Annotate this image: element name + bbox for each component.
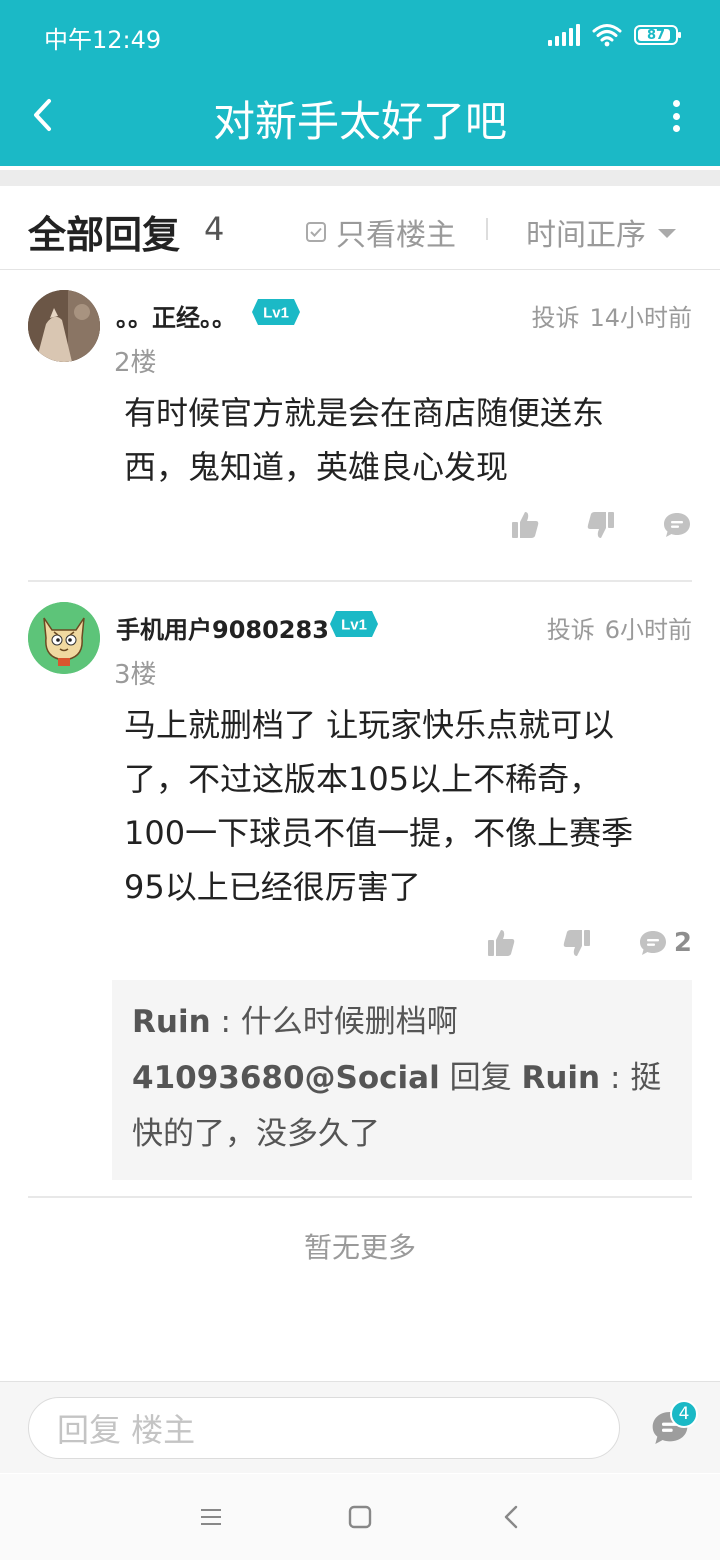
replies-count: 4 <box>204 210 225 248</box>
report-link[interactable]: 投诉 <box>547 610 595 645</box>
sort-dropdown[interactable]: 时间正序 <box>526 210 676 254</box>
sub-replies: Ruin : 什么时候删档啊 41093680@Social 回复 Ruin :… <box>112 980 692 1180</box>
more-dot-icon <box>672 112 680 120</box>
thumbs-up-icon <box>487 930 515 956</box>
page-title: 对新手太好了吧 <box>212 97 507 146</box>
wifi-icon <box>592 24 622 47</box>
menu-button[interactable] <box>196 1502 226 1532</box>
reply-item: 。。正经。。 Lv1 投诉 14小时前 2楼 有时候官方就是会在商店随便送东 西… <box>0 270 720 582</box>
sub-reply-separator: : <box>210 1004 241 1040</box>
no-more-text: 暂无更多 <box>303 1231 416 1264</box>
reply-input[interactable]: 回复 楼主 <box>28 1397 620 1459</box>
section-gap <box>0 170 720 186</box>
sub-reply-text: 什么时候删档啊 <box>240 1004 458 1040</box>
more-menu-button[interactable] <box>664 96 688 136</box>
content-line: 95以上已经很厉害了 <box>124 868 421 906</box>
avatar[interactable] <box>28 602 100 674</box>
level-badge: Lv1 <box>330 611 378 637</box>
floor-number: 3楼 <box>114 660 157 690</box>
thumbs-down-icon <box>563 930 590 956</box>
floor-number: 2楼 <box>114 348 157 378</box>
home-button[interactable] <box>345 1502 375 1532</box>
divider <box>486 218 488 240</box>
only-owner-label: 只看楼主 <box>336 218 456 253</box>
only-owner-toggle[interactable]: 只看楼主 <box>306 210 456 254</box>
reply-divider <box>28 1196 692 1198</box>
reply-meta: 投诉 6小时前 <box>547 610 692 645</box>
comment-button[interactable] <box>662 510 692 540</box>
dislike-button[interactable] <box>562 928 592 958</box>
reply-bar: 回复 楼主 4 <box>0 1381 720 1473</box>
sub-reply-reply-word: 回复 <box>439 1060 522 1096</box>
reply-time: 6小时前 <box>604 616 692 644</box>
comment-button[interactable]: 2 <box>638 928 692 958</box>
app-header: 中午12:49 87 对新手太好了吧 <box>0 0 720 166</box>
comment-icon <box>664 513 690 537</box>
reply-content: 有时候官方就是会在商店随便送东 西，鬼知道，英雄良心发现 <box>124 386 684 494</box>
sub-reply-target[interactable]: Ruin <box>521 1060 600 1096</box>
sub-reply-author[interactable]: Ruin <box>132 1004 211 1040</box>
reply-content: 马上就删档了 让玩家快乐点就可以 了，不过这版本105以上不稀奇， 100一下球… <box>124 698 684 914</box>
level-badge: Lv1 <box>252 299 300 325</box>
nav-bar: 对新手太好了吧 <box>0 70 720 166</box>
more-dot-icon <box>672 125 680 132</box>
content-line: 马上就删档了 让玩家快乐点就可以 <box>124 706 615 744</box>
sub-reply-separator: : <box>600 1060 631 1096</box>
replies-title: 全部回复 <box>28 213 181 257</box>
sort-label: 时间正序 <box>526 218 646 253</box>
chevron-left-icon <box>504 1505 518 1529</box>
reply-actions <box>510 510 692 540</box>
level-text: Lv1 <box>263 305 289 322</box>
sub-reply[interactable]: 41093680@Social 回复 Ruin : 挺快的了，没多久了 <box>132 1050 672 1162</box>
status-time: 中午12:49 <box>44 26 162 54</box>
checkbox-icon <box>306 222 326 242</box>
caret-down-icon <box>658 228 676 238</box>
status-bar: 中午12:49 87 <box>0 0 720 70</box>
content-line: 了，不过这版本105以上不稀奇， <box>124 760 602 798</box>
replies-header: 全部回复 4 只看楼主 时间正序 <box>0 186 720 270</box>
like-button[interactable] <box>486 928 516 958</box>
status-icons: 87 <box>548 18 681 52</box>
comment-count: 2 <box>673 928 692 958</box>
like-button[interactable] <box>510 510 540 540</box>
sub-reply-author[interactable]: 41093680@Social <box>132 1060 440 1096</box>
reply-meta: 投诉 14小时前 <box>531 298 692 333</box>
reply-time: 14小时前 <box>589 304 692 332</box>
signal-icon <box>548 24 580 46</box>
content-line: 有时候官方就是会在商店随便送东 <box>124 394 605 432</box>
report-link[interactable]: 投诉 <box>531 298 579 333</box>
level-text: Lv1 <box>341 617 367 634</box>
dislike-button[interactable] <box>586 510 616 540</box>
reply-item: 手机用户9080283 Lv1 投诉 6小时前 3楼 马上就删档了 让玩家快乐点… <box>0 582 720 1196</box>
comment-icon <box>639 931 666 955</box>
system-back-button[interactable] <box>496 1502 526 1532</box>
system-nav-bar <box>0 1474 720 1560</box>
sub-reply[interactable]: Ruin : 什么时候删档啊 <box>132 994 672 1050</box>
username[interactable]: 手机用户9080283 <box>116 610 329 645</box>
username[interactable]: 。。正经。。 <box>116 298 236 333</box>
thumbs-up-icon <box>512 512 539 538</box>
menu-icon <box>201 1509 221 1525</box>
content-line: 西，鬼知道，英雄良心发现 <box>124 448 509 486</box>
thumbs-down-icon <box>587 512 614 538</box>
reply-actions: 2 <box>486 928 692 958</box>
battery-level: 87 <box>646 27 666 43</box>
content-line: 100一下球员不值一提，不像上赛季 <box>124 814 634 852</box>
more-dot-icon <box>672 100 680 107</box>
comments-badge: 4 <box>670 1400 698 1428</box>
home-square-icon <box>348 1505 372 1529</box>
avatar[interactable] <box>28 290 100 362</box>
battery-icon: 87 <box>634 25 681 45</box>
